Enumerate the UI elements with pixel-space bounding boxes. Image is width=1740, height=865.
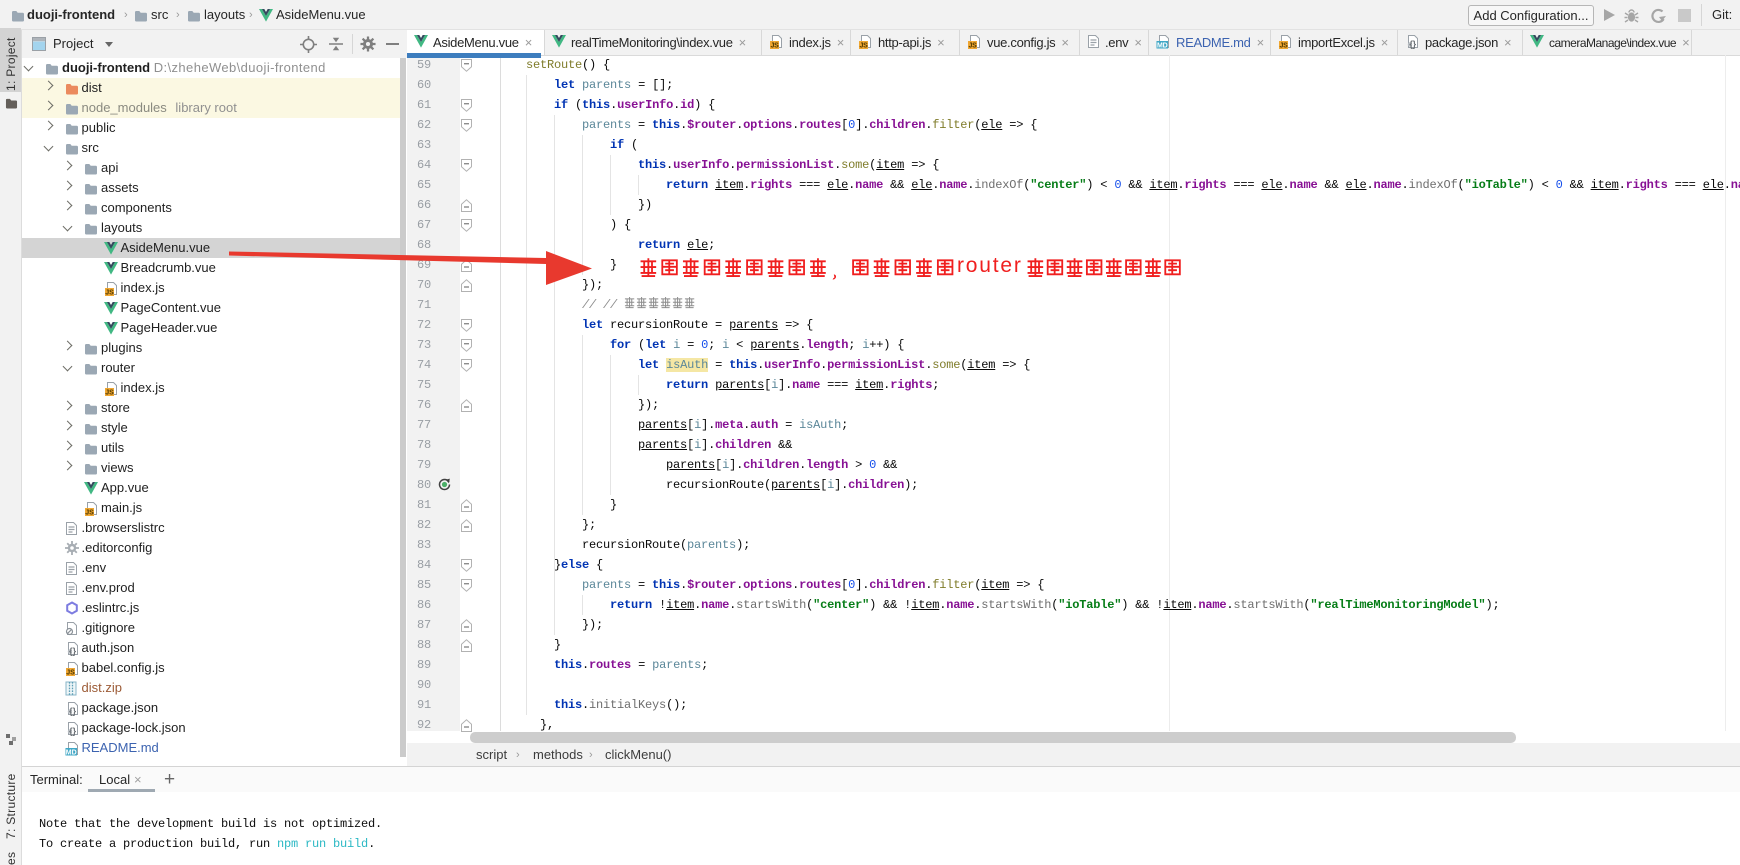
svg-text:{}: {}: [1409, 39, 1416, 49]
svg-text:JS: JS: [771, 42, 780, 48]
svg-text:MD: MD: [65, 749, 76, 756]
svg-text:JS: JS: [66, 670, 75, 676]
svg-text:JS: JS: [969, 42, 978, 48]
svg-text:JS: JS: [105, 290, 114, 296]
svg-text:MD: MD: [1157, 42, 1168, 49]
svg-text:{}: {}: [69, 646, 77, 656]
svg-text:{}: {}: [69, 706, 77, 716]
svg-text:JS: JS: [85, 510, 94, 516]
svg-text:{}: {}: [69, 726, 77, 736]
svg-text:JS: JS: [860, 42, 869, 48]
svg-text:JS: JS: [105, 390, 114, 396]
svg-text:JS: JS: [1280, 42, 1289, 48]
